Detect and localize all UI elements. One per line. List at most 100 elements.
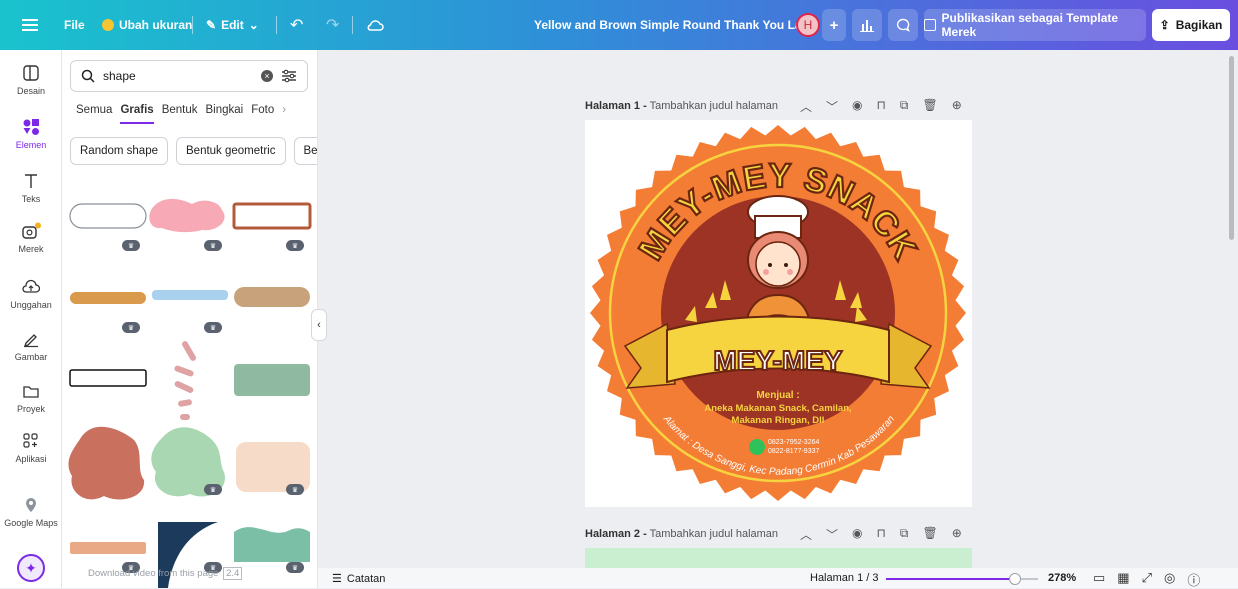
tab-grafis[interactable]: Grafis	[120, 104, 154, 124]
chip-more[interactable]: Ber›	[293, 137, 317, 165]
zoom-slider-fill	[886, 578, 1016, 580]
page-2-tools: ︿ ﹀ ◉ ⊓ ⧉ 🗑 ⊕	[800, 526, 962, 543]
tab-semua[interactable]: Semua	[76, 104, 112, 124]
page-indicator[interactable]: Halaman 1 / 3	[810, 572, 878, 584]
hide-page-icon[interactable]: ◉	[852, 526, 862, 543]
shape-result-peach-bar[interactable]	[70, 542, 146, 554]
delete-page-icon[interactable]: 🗑	[922, 98, 937, 115]
filter-icon[interactable]	[281, 69, 297, 83]
help-icon[interactable]: ⓘ	[1187, 570, 1200, 589]
text-icon	[25, 174, 37, 188]
add-page-icon[interactable]: ⊕	[952, 98, 962, 115]
tabs-next-icon[interactable]: ›	[282, 104, 286, 124]
share-button[interactable]: ⇪ Bagikan	[1152, 9, 1230, 41]
phone-1-text[interactable]: 0823-7952-3264	[768, 439, 819, 446]
fullscreen-icon[interactable]: ⤢	[1142, 570, 1152, 589]
download-video-hint[interactable]: Download video from this page 2.4	[88, 567, 243, 580]
undo-icon[interactable]: ↶	[290, 0, 303, 50]
rail-item-proyek[interactable]: Proyek	[0, 382, 62, 414]
shape-result-rounded-outline[interactable]	[69, 203, 147, 229]
share-icon: ⇪	[1159, 18, 1170, 32]
side-rail: Desain Elemen Teks Merek Unggahan Gambar…	[0, 50, 62, 588]
resize-button[interactable]: Ubah ukuran	[102, 0, 192, 50]
duplicate-page-icon[interactable]: ⧉	[900, 98, 909, 115]
draw-icon	[23, 334, 38, 348]
sell-line1-text[interactable]: Aneka Makanan Snack, Camilan,	[704, 403, 851, 414]
rail-item-google-maps[interactable]: Google Maps	[0, 496, 62, 528]
edit-menu[interactable]: ✎ Edit ⌄	[206, 0, 259, 50]
clear-search-icon[interactable]: ×	[261, 70, 273, 82]
map-pin-icon	[26, 498, 36, 512]
canvas-area: Halaman 1 - Tambahkan judul halaman ︿ ﹀ …	[318, 50, 1238, 568]
publish-template-button[interactable]: Publikasikan sebagai Template Merek	[924, 9, 1146, 41]
vertical-scrollbar[interactable]	[1229, 56, 1234, 240]
add-page-icon[interactable]: ⊕	[952, 526, 962, 543]
zoom-level[interactable]: 278%	[1048, 572, 1076, 584]
rail-item-aplikasi[interactable]: Aplikasi	[0, 432, 62, 464]
chip-random-shape[interactable]: Random shape	[70, 137, 168, 165]
search-input[interactable]: shape	[103, 69, 253, 83]
insights-icon[interactable]	[852, 9, 882, 41]
search-box[interactable]: shape ×	[70, 60, 308, 92]
chef-illustration[interactable]	[743, 195, 813, 336]
lock-page-icon[interactable]: ⊓	[877, 526, 886, 543]
grid-view-icon[interactable]: ▦	[1117, 570, 1129, 589]
zoom-slider[interactable]	[886, 573, 1038, 585]
brand-icon	[22, 222, 41, 239]
rail-item-merek[interactable]: Merek	[0, 222, 62, 254]
comment-icon[interactable]	[888, 9, 918, 41]
rail-item-gambar[interactable]: Gambar	[0, 330, 62, 362]
shape-result-outline-bar[interactable]	[69, 369, 147, 387]
chip-bentuk-geometric[interactable]: Bentuk geometric	[176, 137, 286, 165]
page-2-canvas[interactable]	[585, 548, 972, 568]
layout-icon	[23, 65, 39, 81]
menu-icon[interactable]	[22, 0, 38, 50]
add-collaborator-button[interactable]: +	[822, 9, 846, 41]
move-page-up-icon[interactable]: ︿	[800, 98, 812, 115]
tab-bingkai[interactable]: Bingkai	[206, 104, 244, 124]
shape-result-pink-blob[interactable]	[149, 198, 225, 233]
tab-bentuk[interactable]: Bentuk	[162, 104, 198, 124]
shape-result-brush-blue[interactable]	[152, 290, 228, 300]
move-page-up-icon[interactable]: ︿	[800, 526, 812, 543]
magic-assistant-button[interactable]: ✦	[17, 554, 45, 582]
banner-text[interactable]: MEY-MEY	[712, 344, 843, 377]
sell-line2-text[interactable]: Makanan Ringan, Dll	[732, 415, 825, 426]
page-1-title-input[interactable]: Tambahkan judul halaman	[650, 100, 778, 112]
document-title[interactable]: Yellow and Brown Simple Round Thank You …	[534, 0, 819, 50]
label-design: MEY-MEY SNACK MEY-MEY Menjual : Aneka Ma…	[590, 125, 966, 501]
shape-result-dashes[interactable]	[174, 340, 198, 420]
pages-view-icon[interactable]: ▭	[1093, 570, 1105, 589]
sparkle-icon: ✦	[25, 559, 37, 576]
avatar[interactable]: H	[796, 0, 820, 50]
file-menu[interactable]: File	[64, 0, 85, 50]
zoom-slider-knob[interactable]	[1009, 573, 1022, 585]
duplicate-page-icon[interactable]: ⧉	[900, 526, 909, 543]
hide-page-icon[interactable]: ◉	[852, 98, 862, 115]
check-circle-icon[interactable]: ◎	[1164, 570, 1175, 589]
page-1-canvas[interactable]: MEY-MEY SNACK MEY-MEY Menjual : Aneka Ma…	[585, 120, 972, 507]
rail-item-unggahan[interactable]: Unggahan	[0, 278, 62, 310]
shape-result-pill-tan[interactable]	[234, 287, 310, 307]
redo-icon[interactable]: ↷	[326, 0, 339, 50]
cloud-sync-icon[interactable]	[366, 0, 384, 50]
shape-result-brush-orange[interactable]	[70, 292, 146, 304]
move-page-down-icon[interactable]: ﹀	[826, 98, 838, 115]
shape-result-red-blob[interactable]	[68, 426, 145, 500]
delete-page-icon[interactable]: 🗑	[922, 526, 937, 543]
phone-2-text[interactable]: 0822-8177-9337	[768, 448, 819, 455]
rail-item-desain[interactable]: Desain	[0, 64, 62, 96]
shape-result-green-rect[interactable]	[234, 364, 310, 396]
tab-foto[interactable]: Foto	[251, 104, 274, 124]
premium-crown-icon: ♛	[204, 240, 222, 251]
premium-crown-icon: ♛	[122, 322, 140, 333]
rail-item-teks[interactable]: Teks	[0, 172, 62, 204]
shape-result-frame[interactable]	[232, 202, 312, 230]
rail-item-elemen[interactable]: Elemen	[0, 118, 62, 150]
sell-title-text[interactable]: Menjual :	[756, 390, 799, 401]
lock-page-icon[interactable]: ⊓	[877, 98, 886, 115]
shape-result-teal-wave[interactable]	[234, 527, 310, 562]
notes-button[interactable]: ☰ Catatan	[332, 572, 385, 586]
page-2-title-input[interactable]: Tambahkan judul halaman	[650, 528, 778, 540]
move-page-down-icon[interactable]: ﹀	[826, 526, 838, 543]
